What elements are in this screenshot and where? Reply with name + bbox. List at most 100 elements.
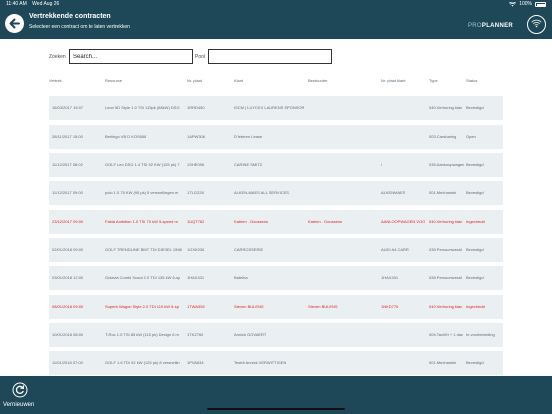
status-time: 11:40 AM bbox=[6, 1, 27, 7]
cell-bestuurder: Steven BULENS bbox=[308, 304, 338, 309]
cell-type: 035.Aankoopwagen bbox=[429, 162, 465, 167]
cell-status: Ingecheckt bbox=[466, 219, 486, 224]
cell-nr-plaat-klant: AANLOOPWAGEN VOO bbox=[381, 219, 426, 224]
table-row[interactable]: 28/11/2017 15:00 Berlingo VB D KOS658 1APW… bbox=[49, 125, 503, 149]
cell-status: Bevestigd bbox=[466, 190, 484, 195]
table-row[interactable]: 03/01/2018 12:00 Octavia Combi Scout 2.0 … bbox=[49, 266, 503, 290]
cell-status: Ingecheckt bbox=[466, 304, 486, 309]
column-header-nr-plaat-klant: Nr. plaat klant bbox=[381, 78, 406, 83]
cell-klant: ALKEN-MAES ALL SERVICES bbox=[234, 190, 289, 195]
cell-nr-plaat: 1UQT762 bbox=[187, 219, 205, 224]
cell-nr-plaat: 1TWA553 bbox=[187, 304, 205, 309]
battery-icon bbox=[535, 2, 546, 7]
column-header-klant: Klant bbox=[234, 78, 244, 83]
column-header-status: Status bbox=[466, 78, 478, 83]
cell-resource: GOLF TRENDLINE BMT TDI DIESEL 1598 bbox=[105, 247, 182, 252]
table-row[interactable]: 02/01/2018 09:00 GOLF TRENDLINE BMT TDI D… bbox=[49, 238, 503, 262]
cell-klant: D'Ieteren Lease bbox=[234, 134, 263, 139]
column-header-vertrek: Vertrek bbox=[49, 78, 62, 83]
cell-nr-plaat: 1RRD450 bbox=[187, 105, 205, 110]
cell-status: Bevestigd bbox=[466, 105, 484, 110]
cell-resource: T-Roc 1.0 TSI 85 kW (115 pk) Design 6 m bbox=[105, 332, 179, 337]
cell-nr-plaat-klant: 1HAX431 bbox=[381, 275, 399, 280]
cell-resource: polo 1.0 75 KW (95 pk) 5 versnellingen m bbox=[105, 190, 179, 195]
cell-status: Bevestigd bbox=[466, 247, 484, 252]
page-subtitle: Selecteer een contract om te laten vertr… bbox=[29, 24, 130, 30]
cell-nr-plaat-klant: AUDI A4 CARR bbox=[381, 247, 409, 252]
table-row[interactable]: 11/01/2018 07:00 GOLF 1.6 TDI 92 kW (125 … bbox=[49, 351, 503, 375]
table-row[interactable]: 10/01/2018 08:00 T-Roc 1.0 TSI 85 kW (115… bbox=[49, 323, 503, 347]
status-bar: 11:40 AM Wed Aug 26 100% bbox=[0, 0, 552, 9]
cell-nr-plaat: 1TKZ768 bbox=[187, 332, 204, 337]
sync-button[interactable] bbox=[527, 15, 546, 34]
table-row[interactable]: 11/12/2017 09:00 polo 1.0 75 KW (95 pk) 5… bbox=[49, 181, 503, 205]
cell-vertrek: 16/03/2017 15:07 bbox=[52, 105, 84, 110]
brand-logo: PROPLANNER bbox=[468, 23, 513, 29]
cell-vertrek: 11/12/2017 08:02 bbox=[52, 162, 83, 167]
table-row[interactable]: 16/03/2017 15:07 Leon 5D Style 1.0 TSI 11… bbox=[49, 96, 503, 120]
cell-resource: Leon 5D Style 1.0 TSI 115pk (85kW) DSG bbox=[105, 105, 180, 110]
brand-planner: PLANNER bbox=[481, 23, 514, 29]
cell-nr-plaat-klant: 1NKD776 bbox=[381, 304, 399, 309]
cell-type: 035.Persoonwesld bbox=[429, 247, 462, 252]
cell-nr-plaat: 1HAX431 bbox=[187, 275, 205, 280]
cell-type: 035.Persoonwesld bbox=[429, 275, 462, 280]
column-header-nr-plaat: Nr. plaat bbox=[187, 78, 202, 83]
cell-nr-plaat-klant: ALKENMAES bbox=[381, 190, 406, 195]
home-indicator bbox=[207, 408, 345, 410]
wifi-icon bbox=[531, 19, 542, 28]
cell-nr-plaat: 1SHE096 bbox=[187, 162, 205, 167]
cell-vertrek: 10/01/2018 08:00 bbox=[52, 332, 84, 337]
cell-status: In voorbereiding bbox=[466, 332, 495, 337]
table-row[interactable]: 11/12/2017 08:02 GOLF Leo DSG 1.4 TSI 92 … bbox=[49, 153, 503, 177]
battery-percent: 100% bbox=[519, 1, 532, 7]
search-input[interactable] bbox=[69, 49, 193, 64]
cell-klant: CARINE SMITZ bbox=[234, 162, 263, 167]
cell-vertrek: 02/01/2018 09:00 bbox=[52, 247, 84, 252]
pool-input[interactable] bbox=[208, 49, 332, 64]
table-header: Vertrek Resource Nr. plaat Klant Bestuur… bbox=[49, 78, 503, 84]
cell-type: 040.Verhuring klan bbox=[429, 105, 463, 110]
cell-nr-plaat: 1GXK036 bbox=[187, 247, 205, 252]
pool-label: Pool bbox=[195, 54, 206, 60]
cell-vertrek: 11/12/2017 09:00 bbox=[52, 190, 83, 195]
cell-type: 040.Verhuring klan bbox=[429, 219, 463, 224]
cell-nr-plaat: 1TLG228 bbox=[187, 190, 204, 195]
cell-resource: Superb Wagon Style 2.0 TDI 110 kW 6-sp bbox=[105, 304, 179, 309]
cell-nr-plaat-klant: / bbox=[381, 162, 383, 167]
cell-resource: Octavia Combi Scout 2.0 TDI 135 kW 6-sp bbox=[105, 275, 181, 280]
cell-vertrek: 23/12/2017 09:00 bbox=[52, 219, 84, 224]
header: Vertrekkende contracten Selecteer een co… bbox=[0, 9, 552, 39]
cell-type: 003.Carsharing bbox=[429, 134, 457, 139]
cell-vertrek: 08/01/2018 09:00 bbox=[52, 304, 84, 309]
cell-status: Bevestigd bbox=[466, 360, 484, 365]
arrow-left-icon bbox=[9, 18, 20, 29]
refresh-button[interactable] bbox=[12, 382, 28, 398]
cell-bestuurder: Katrien . Goossens bbox=[308, 219, 343, 224]
cell-resource: GOLF 1.6 TDI 92 kW (125 pk) 8 versnellin bbox=[105, 360, 180, 365]
table-row[interactable]: 08/01/2018 09:00 Superb Wagon Style 2.0 T… bbox=[49, 295, 503, 319]
cell-type: 004.Taxi/Kt + 1 dan bbox=[429, 332, 464, 337]
page-title: Vertrekkende contracten bbox=[29, 13, 111, 20]
cell-vertrek: 03/01/2018 12:00 bbox=[52, 275, 84, 280]
cell-type: 001.Mechaniek bbox=[429, 190, 457, 195]
refresh-label: Vernieuwen bbox=[3, 402, 35, 408]
cell-klant: Katrien . Goossens bbox=[234, 219, 269, 224]
cell-status: Bevestigd bbox=[466, 162, 484, 167]
cell-klant: CARROSSERIE bbox=[234, 247, 264, 252]
back-button[interactable] bbox=[5, 14, 24, 33]
cell-resource: Berlingo VB D KOS658 bbox=[105, 134, 147, 139]
cell-vertrek: 28/11/2017 15:00 bbox=[52, 134, 83, 139]
column-header-type: Type bbox=[429, 78, 438, 83]
cell-status: Bevestigd bbox=[466, 275, 484, 280]
cell-klant: Testrit Annick VERWITTIGEN bbox=[234, 360, 287, 365]
cell-klant: Batelha bbox=[234, 275, 248, 280]
cell-vertrek: 11/01/2018 07:00 bbox=[52, 360, 83, 365]
status-right: 100% bbox=[509, 0, 546, 9]
table-row[interactable]: 23/12/2017 09:00 Fabia Ambition 1.0 TSI 7… bbox=[49, 210, 503, 234]
cell-klant: Annick GOVAERT bbox=[234, 332, 267, 337]
column-header-resource: Resource bbox=[105, 78, 123, 83]
cell-type: 001.Mechaniek bbox=[429, 360, 457, 365]
brand-pro: PRO bbox=[468, 23, 482, 29]
cell-resource: Fabia Ambition 1.0 TSI 70 kW 5-speed m bbox=[105, 219, 178, 224]
